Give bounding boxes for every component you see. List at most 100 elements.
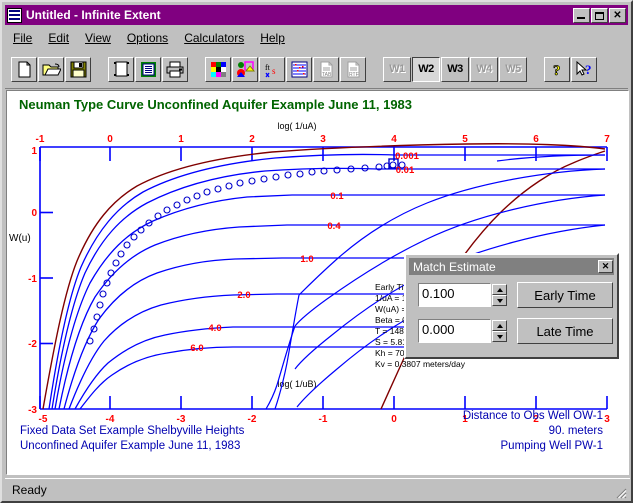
chevron-down-icon (496, 298, 503, 303)
early-time-spin-down[interactable] (492, 295, 507, 306)
menu-item-help[interactable]: Help (252, 29, 293, 47)
data-set-line-0: Fixed Data Set Example Shelbyville Heigh… (20, 425, 245, 437)
late-time-input[interactable]: 0.000 (418, 319, 491, 343)
svg-text:TAB: TAB (322, 72, 332, 78)
y-tick--2: -2 (28, 339, 37, 350)
close-button[interactable]: ✕ (609, 7, 626, 23)
curve-label-0.1: 0.1 (330, 191, 344, 202)
question-mark-icon: ? (552, 62, 561, 78)
svg-text:s: s (272, 66, 276, 76)
shapes-button[interactable] (232, 56, 258, 82)
menu-item-file[interactable]: File (5, 29, 40, 47)
late-time-row: 0.000 Late Time (418, 318, 613, 344)
top-tick-2: 2 (249, 134, 255, 145)
toolbar-group-windows: W1 W2 W3 W4 W5 (383, 56, 528, 82)
resize-grip-icon[interactable] (613, 485, 627, 499)
curve-label-1.0: 1.0 (300, 254, 313, 265)
export-tab-icon: TAB (320, 61, 332, 78)
well-info-line-1: 90. meters (548, 425, 603, 437)
svg-text:?: ? (553, 63, 561, 78)
dialog-title: Match Estimate (413, 259, 496, 274)
maximize-button[interactable] (591, 7, 608, 23)
context-help-button[interactable]: ? (571, 56, 597, 82)
menu-file-label: File (13, 31, 33, 45)
data-set-line-1: Unconfined Aquifer Example June 11, 1983 (20, 440, 241, 452)
curve-label-0.4: 0.4 (327, 221, 341, 232)
chart-canvas[interactable]: Neuman Type Curve Unconfined Aquifer Exa… (6, 90, 629, 475)
arrow-question-icon: ? (576, 60, 592, 77)
top-tick-1: 1 (178, 134, 184, 145)
svg-text:?: ? (585, 62, 592, 77)
menu-item-options[interactable]: Options (119, 29, 176, 47)
window-w3-label: W3 (447, 63, 463, 75)
scatter-plot-icon (291, 61, 307, 77)
new-file-button[interactable] (11, 56, 37, 82)
print-button[interactable] (162, 56, 188, 82)
minimize-button[interactable] (573, 7, 590, 23)
window-w2-button[interactable]: W2 (412, 56, 440, 82)
y-axis-label: W(u) (9, 233, 31, 244)
document-lines-icon (140, 61, 156, 77)
floppy-disk-icon (70, 61, 86, 77)
curve-label-0.001: 0.001 (395, 151, 419, 162)
y-tick-1: 1 (31, 146, 37, 157)
menu-calculators-label: Calculators (184, 31, 245, 45)
curve-label-6.0: 6.0 (190, 343, 203, 354)
y-axis-tick-labels: 1 0 -1 -2 -3 (28, 146, 37, 416)
dialog-title-bar[interactable]: Match Estimate ✕ (409, 258, 614, 275)
top-tick-6: 6 (533, 134, 539, 145)
well-info-block: Distance to Obs Well OW-1 90. meters Pum… (337, 409, 617, 454)
late-time-spin-up[interactable] (492, 320, 507, 331)
top-axis-label: log( 1/uA) (277, 121, 316, 131)
early-time-spin-up[interactable] (492, 284, 507, 295)
top-tick-7: 7 (604, 134, 610, 145)
help-button[interactable]: ? (544, 56, 570, 82)
toolbar-group-help: ? ? (544, 56, 598, 82)
plot-data-button[interactable] (286, 56, 312, 82)
export-rtf-button: RTF (340, 56, 366, 82)
svg-text:RTF: RTF (349, 72, 359, 78)
bottom-tick--1: -1 (319, 414, 328, 425)
color-grid-icon (210, 61, 226, 77)
dialog-close-button[interactable]: ✕ (598, 260, 613, 273)
menu-view-label: View (85, 31, 111, 45)
top-tick-0: 0 (107, 134, 113, 145)
chevron-up-icon (496, 287, 503, 292)
match-estimate-dialog: Match Estimate ✕ 0.100 Early Time 0.000 … (404, 253, 619, 359)
font-button[interactable]: ft s (259, 56, 285, 82)
curve-label-4.0: 4.0 (208, 323, 221, 334)
toolbar-group-file (11, 56, 92, 82)
late-time-button[interactable]: Late Time (517, 318, 613, 344)
menu-item-calculators[interactable]: Calculators (176, 29, 252, 47)
color-palette-button[interactable] (205, 56, 231, 82)
menu-item-edit[interactable]: Edit (40, 29, 77, 47)
svg-text:ft: ft (265, 63, 271, 72)
page-frame-icon (113, 61, 129, 76)
early-time-row: 0.100 Early Time (418, 282, 613, 308)
save-file-button[interactable] (65, 56, 91, 82)
report-button[interactable] (135, 56, 161, 82)
menu-options-label: Options (126, 31, 169, 45)
application-window: Untitled - Infinite Extent ✕ File Edit V… (0, 0, 633, 503)
window-w2-label: W2 (418, 63, 434, 75)
early-time-input[interactable]: 0.100 (418, 283, 491, 307)
export-tab-button: TAB (313, 56, 339, 82)
page-setup-button[interactable] (108, 56, 134, 82)
top-tick-4: 4 (391, 134, 397, 145)
early-time-button[interactable]: Early Time (517, 282, 613, 308)
window-w3-button[interactable]: W3 (441, 56, 469, 82)
toolbar-group-format: ft s TAB RTF (205, 56, 367, 82)
toolbar-group-page (108, 56, 189, 82)
window-title: Untitled - Infinite Extent (26, 8, 161, 22)
menu-item-view[interactable]: View (77, 29, 119, 47)
status-bar: Ready (5, 478, 630, 501)
bottom-axis-ticks (39, 396, 608, 409)
open-file-button[interactable] (38, 56, 64, 82)
late-time-spinner[interactable] (492, 320, 507, 342)
window-w1-button: W1 (383, 56, 411, 82)
late-time-spin-down[interactable] (492, 331, 507, 342)
early-time-spinner[interactable] (492, 284, 507, 306)
y-tick--3: -3 (28, 405, 37, 416)
data-set-caption: Fixed Data Set Example Shelbyville Heigh… (20, 424, 244, 454)
app-icon (7, 7, 22, 23)
